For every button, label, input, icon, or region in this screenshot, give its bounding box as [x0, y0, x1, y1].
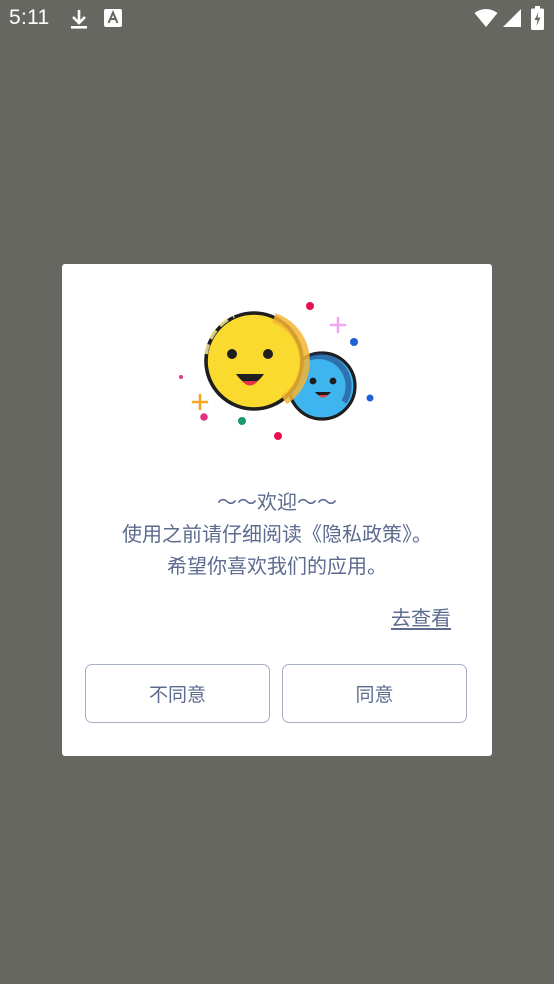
app-a-icon	[104, 9, 122, 31]
agree-button[interactable]: 同意	[282, 664, 467, 723]
status-bar: 5:11	[0, 0, 554, 38]
view-policy-link[interactable]: 去查看	[391, 602, 451, 631]
signal-icon	[502, 8, 522, 32]
wifi-icon	[474, 8, 498, 32]
welcome-message-text: 希望你喜欢我们的应用。	[167, 554, 387, 578]
smiley-faces-illustration	[176, 294, 380, 446]
privacy-dialog: ～～欢迎～～ 使用之前请仔细阅读《隐私政策》。 希望你喜欢我们的应用。 去查看 …	[62, 264, 492, 756]
privacy-notice-text: 使用之前请仔细阅读《隐私政策》。	[122, 522, 432, 546]
battery-charging-icon	[531, 6, 544, 34]
status-time: 5:11	[9, 6, 50, 29]
disagree-button[interactable]: 不同意	[85, 664, 270, 723]
download-icon	[69, 8, 89, 34]
welcome-title: ～～欢迎～～	[217, 490, 337, 514]
